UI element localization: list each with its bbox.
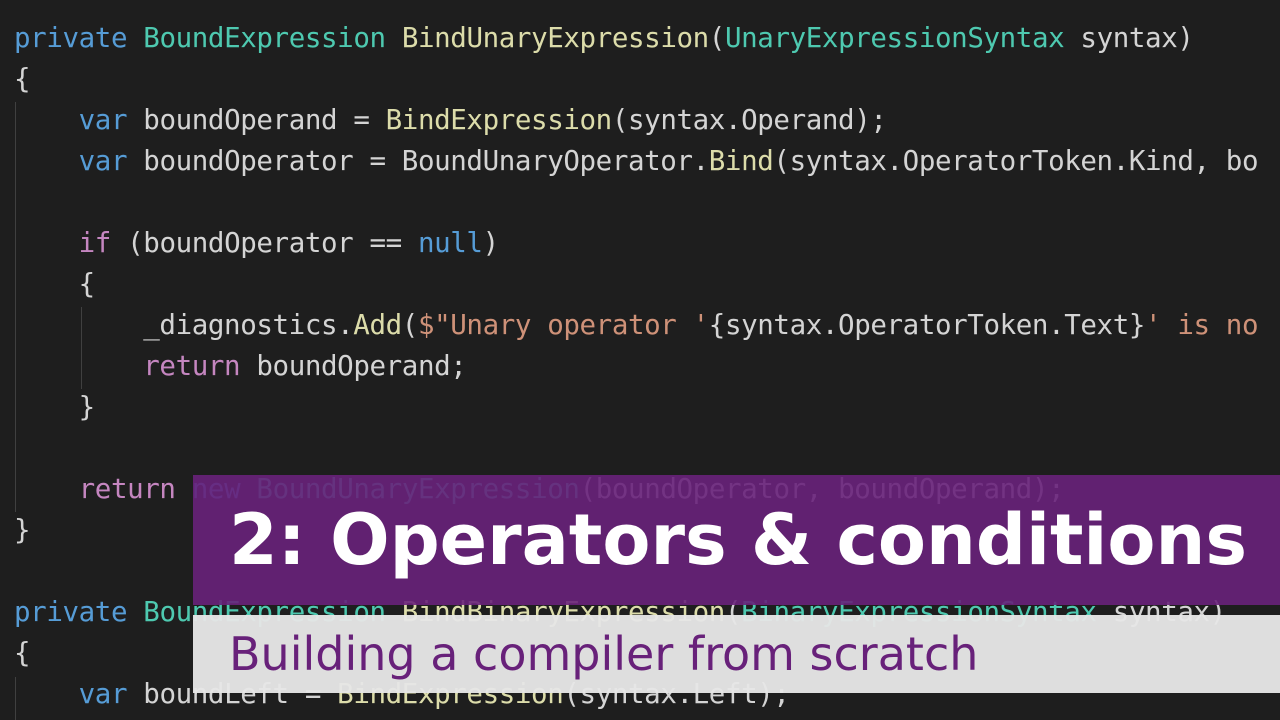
code-token: _diagnostics.: [14, 309, 354, 341]
function-token: Bind: [708, 145, 774, 177]
code-token: {: [14, 63, 31, 95]
keyword-token: var: [78, 678, 128, 710]
series-subtitle: Building a compiler from scratch: [229, 627, 979, 681]
code-token: (: [708, 22, 726, 54]
keyword-token: private: [14, 596, 128, 628]
title-banner: 2: Operators & conditions: [193, 475, 1280, 605]
code-line: {: [14, 264, 1258, 305]
keyword-token: var: [78, 104, 128, 136]
code-line: {: [14, 59, 1258, 100]
code-token: {: [14, 268, 96, 300]
code-line: _diagnostics.Add($"Unary operator '{synt…: [14, 305, 1258, 346]
video-thumbnail: private BoundExpression BindUnaryExpress…: [0, 0, 1280, 720]
type-token: BoundExpression: [143, 22, 386, 54]
code-token: }: [14, 514, 31, 546]
code-line: private BoundExpression BindUnaryExpress…: [14, 18, 1258, 59]
code-token: (boundOperator ==: [110, 227, 418, 259]
keyword-token: null: [417, 227, 483, 259]
control-keyword-token: return: [78, 473, 176, 505]
string-token: $"Unary operator ': [417, 309, 709, 341]
code-token: }: [14, 391, 96, 423]
code-token: (syntax.Operand);: [611, 104, 887, 136]
code-token: boundOperand;: [240, 350, 467, 382]
code-line: return boundOperand;: [14, 346, 1258, 387]
code-line: var boundOperator = BoundUnaryOperator.B…: [14, 141, 1259, 182]
keyword-token: private: [14, 22, 128, 54]
control-keyword-token: return: [143, 350, 241, 382]
code-line: if (boundOperator == null): [14, 223, 1258, 264]
code-block: private BoundExpression BindUnaryExpress…: [14, 18, 1259, 715]
keyword-token: var: [78, 145, 128, 177]
code-line: var boundOperand = BindExpression(syntax…: [14, 100, 1258, 141]
code-token: syntax): [1064, 22, 1194, 54]
code-token: (: [401, 309, 419, 341]
code-token: {: [14, 637, 31, 669]
code-token: boundOperator = BoundUnaryOperator.: [127, 145, 709, 177]
code-token: {syntax.OperatorToken.Text}: [708, 309, 1146, 341]
function-token: Add: [353, 309, 402, 341]
string-token: ' is no: [1145, 309, 1259, 341]
episode-title: 2: Operators & conditions: [229, 499, 1248, 581]
code-line: }: [14, 387, 1258, 428]
function-token: BindUnaryExpression: [401, 22, 709, 54]
control-keyword-token: if: [78, 227, 112, 259]
code-token: (syntax.OperatorToken.Kind, bo: [773, 145, 1259, 177]
function-token: BindExpression: [385, 104, 613, 136]
code-token: ): [482, 227, 500, 259]
code-token: boundOperand =: [127, 104, 386, 136]
type-token: UnaryExpressionSyntax: [724, 22, 1065, 54]
subtitle-banner: Building a compiler from scratch: [193, 615, 1280, 693]
